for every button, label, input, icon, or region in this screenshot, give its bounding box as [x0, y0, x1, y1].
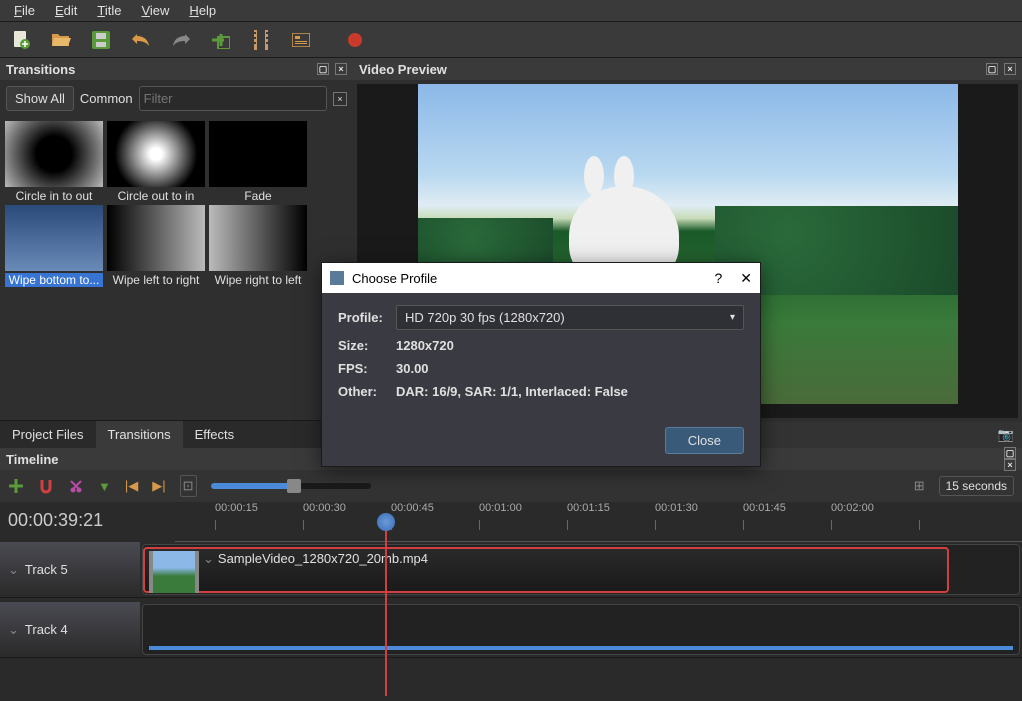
transitions-grid: Circle in to out Circle out to in Fade W… [0, 117, 353, 291]
zoom-scale-icon[interactable]: ⊞ [914, 478, 925, 494]
transition-item[interactable]: Wipe bottom to... [4, 205, 104, 287]
menu-view[interactable]: View [131, 0, 179, 21]
track-header[interactable]: ⌄Track 4 [0, 602, 140, 657]
dialog-titlebar[interactable]: Choose Profile ? ✕ [322, 263, 760, 293]
close-button[interactable]: Close [665, 427, 744, 454]
zoom-slider[interactable] [211, 483, 371, 489]
marker-icon[interactable]: ▼ [98, 479, 111, 494]
video-clip[interactable]: ⌄ SampleVideo_1280x720_20mb.mp4 [143, 547, 949, 593]
new-project-icon[interactable] [10, 29, 32, 51]
add-track-icon[interactable] [8, 478, 24, 494]
fps-value: 30.00 [396, 361, 429, 376]
panel-close-icon[interactable]: × [1004, 459, 1016, 471]
filter-input[interactable] [139, 86, 327, 111]
other-value: DAR: 16/9, SAR: 1/1, Interlaced: False [396, 384, 628, 399]
profile-label: Profile: [338, 310, 396, 325]
menu-edit[interactable]: Edit [45, 0, 87, 21]
preview-panel-header: Video Preview ▢× [353, 58, 1022, 80]
tab-transitions[interactable]: Transitions [96, 421, 183, 448]
transitions-panel-header: Transitions ▢× [0, 58, 353, 80]
record-icon[interactable] [344, 29, 366, 51]
panel-close-icon[interactable]: × [335, 63, 347, 75]
next-marker-icon[interactable]: ▶| [152, 478, 165, 494]
show-all-button[interactable]: Show All [6, 86, 74, 111]
transition-item[interactable]: Wipe right to left [208, 205, 308, 287]
undo-icon[interactable] [130, 29, 152, 51]
zoom-label: 15 seconds [939, 476, 1014, 496]
prev-marker-icon[interactable]: |◀ [125, 478, 138, 494]
menu-file[interactable]: File [4, 0, 45, 21]
film-icon[interactable] [250, 29, 272, 51]
menu-help[interactable]: Help [179, 0, 226, 21]
snapshot-icon[interactable]: 📷 [998, 427, 1014, 443]
open-project-icon[interactable] [50, 29, 72, 51]
panel-maximize-icon[interactable]: ▢ [1004, 447, 1016, 459]
center-playhead-icon[interactable]: ⊡ [180, 475, 197, 497]
choose-profile-dialog: Choose Profile ? ✕ Profile: HD 720p 30 f… [321, 262, 761, 467]
track-header[interactable]: ⌄Track 5 [0, 542, 140, 597]
common-label: Common [80, 91, 133, 106]
dialog-help-icon[interactable]: ? [714, 270, 722, 287]
playhead[interactable] [385, 516, 387, 696]
redo-icon[interactable] [170, 29, 192, 51]
menu-title[interactable]: Title [87, 0, 131, 21]
timeline-toolbar: ▼ |◀ ▶| ⊡ ⊞ 15 seconds [0, 470, 1022, 502]
profile-icon[interactable] [290, 29, 312, 51]
import-files-icon[interactable] [210, 29, 232, 51]
menu-bar: File Edit Title View Help [0, 0, 1022, 22]
dialog-close-icon[interactable]: ✕ [740, 270, 752, 287]
transition-item[interactable]: Circle out to in [106, 121, 206, 203]
transition-item[interactable]: Fade [208, 121, 308, 203]
track-row: ⌄Track 4 [0, 602, 1022, 658]
tab-effects[interactable]: Effects [183, 421, 247, 448]
timecode-display: 00:00:39:21 [0, 502, 175, 542]
track-row: ⌄Track 5 ⌄ SampleVideo_1280x720_20mb.mp4 [0, 542, 1022, 598]
transition-item[interactable]: Wipe left to right [106, 205, 206, 287]
panel-maximize-icon[interactable]: ▢ [317, 63, 329, 75]
snap-icon[interactable] [38, 478, 54, 494]
main-toolbar [0, 22, 1022, 58]
profile-select[interactable]: HD 720p 30 fps (1280x720) [396, 305, 744, 330]
panel-maximize-icon[interactable]: ▢ [986, 63, 998, 75]
razor-icon[interactable] [68, 478, 84, 494]
tab-project-files[interactable]: Project Files [0, 421, 96, 448]
transition-item[interactable]: Circle in to out [4, 121, 104, 203]
timeline-ruler[interactable]: 00:00:39:21 00:00:15 00:00:30 00:00:45 0… [0, 502, 1022, 542]
size-value: 1280x720 [396, 338, 454, 353]
clear-filter-icon[interactable]: × [333, 92, 347, 106]
panel-close-icon[interactable]: × [1004, 63, 1016, 75]
save-project-icon[interactable] [90, 29, 112, 51]
